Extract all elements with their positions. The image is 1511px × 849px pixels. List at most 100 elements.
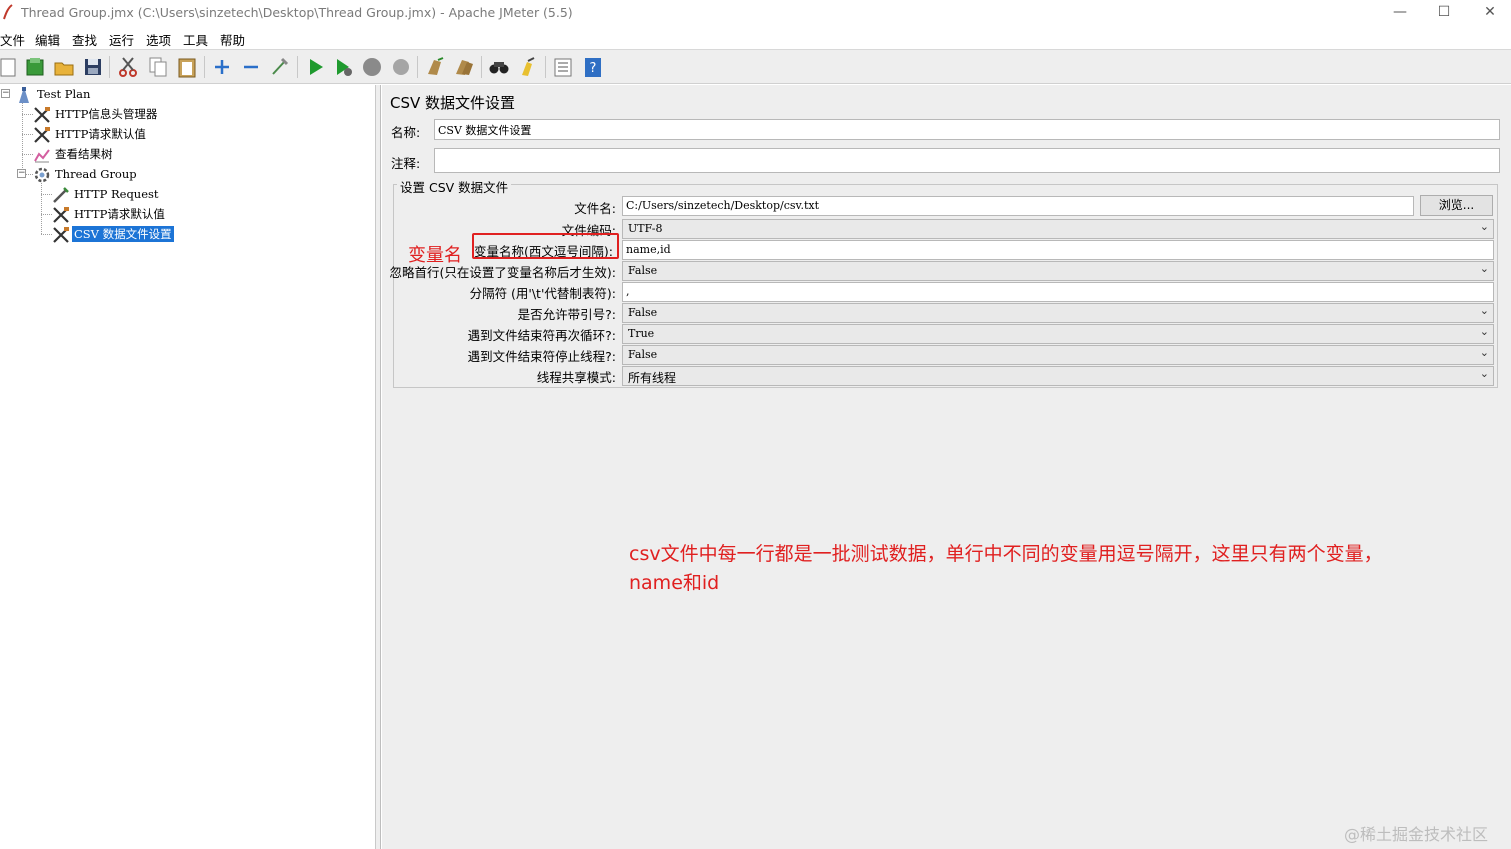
templates-icon[interactable] [25,56,45,78]
menu-edit[interactable]: 编辑 [35,30,60,49]
title-bar: Thread Group.jmx (C:\Users\sinzetech\Des… [0,0,1511,26]
config-element-icon [34,107,50,123]
new-icon[interactable] [0,56,20,78]
recycle-on-eof-value: True [628,327,655,340]
name-label: 名称: [391,125,421,140]
tree-node-label: HTTP信息头管理器 [55,107,158,121]
allow-quoted-value: False [628,306,658,319]
toolbar: ? [0,49,1511,84]
tree-connector [22,114,33,115]
toolbar-separator [417,56,418,78]
recycle-on-eof-select[interactable]: True ⌄ [622,324,1494,344]
toolbar-separator [481,56,482,78]
test-plan-icon [19,87,29,103]
chevron-down-icon: ⌄ [1479,304,1489,317]
menu-help[interactable]: 帮助 [220,30,245,49]
encoding-value: UTF-8 [628,222,663,235]
close-button[interactable]: ✕ [1470,0,1510,26]
stop-icon[interactable] [362,56,382,78]
chevron-down-icon: ⌄ [1479,262,1489,275]
tree-node-label: Thread Group [55,167,137,181]
config-element-icon [53,207,69,223]
allow-quoted-label: 是否允许带引号?: [517,307,616,322]
tree-node-label: 查看结果树 [55,147,113,161]
toolbar-separator [204,56,205,78]
minimize-button[interactable]: — [1380,0,1420,26]
chevron-down-icon: ⌄ [1479,220,1489,233]
sampler-icon [53,187,69,203]
browse-button[interactable]: 浏览... [1420,195,1493,216]
config-element-icon [53,227,69,243]
window-title: Thread Group.jmx (C:\Users\sinzetech\Des… [21,5,573,20]
allow-quoted-select[interactable]: False ⌄ [622,303,1494,323]
search-icon[interactable] [489,56,509,78]
ignore-first-line-select[interactable]: False ⌄ [622,261,1494,281]
collapse-icon[interactable] [241,56,261,78]
paste-icon[interactable] [177,56,197,78]
clear-all-icon[interactable] [454,56,474,78]
stop-thread-on-eof-value: False [628,348,658,361]
collapse-toggle-thread-group[interactable]: − [17,169,26,178]
menu-run[interactable]: 运行 [109,30,134,49]
tree-node-label: HTTP请求默认值 [74,207,165,221]
recycle-on-eof-label: 遇到文件结束符再次循环?: [467,328,616,343]
encoding-select[interactable]: UTF-8 ⌄ [622,219,1494,239]
delimiter-label: 分隔符 (用'\t'代替制表符): [469,286,616,301]
expand-icon[interactable] [212,56,232,78]
menu-bar: 文件 编辑 查找 运行 选项 工具 帮助 [0,27,1511,49]
help-icon[interactable]: ? [583,56,603,78]
start-no-pauses-icon[interactable] [334,56,354,78]
group-title: 设置 CSV 数据文件 [397,177,512,196]
stop-thread-on-eof-label: 遇到文件结束符停止线程?: [467,349,616,364]
ignore-first-line-value: False [628,264,658,277]
annotation-highlight-box [472,233,619,259]
name-field[interactable]: CSV 数据文件设置 [434,119,1500,140]
toolbar-separator [109,56,110,78]
annotation-note-line-1: csv文件中每一行都是一批测试数据，单行中不同的变量用逗号隔开，这里只有两个变量… [629,543,1383,565]
start-icon[interactable] [306,56,326,78]
menu-search[interactable]: 查找 [72,30,97,49]
menu-options[interactable]: 选项 [146,30,171,49]
reset-search-icon[interactable] [518,56,538,78]
tree-node-label: HTTP Request [74,187,159,201]
shutdown-icon[interactable] [391,56,411,78]
sharing-mode-select[interactable]: 所有线程 ⌄ [622,366,1494,386]
listener-icon [34,149,50,163]
tree-connector [22,102,23,174]
maximize-button[interactable]: ☐ [1424,0,1464,26]
csv-config-panel: CSV 数据文件设置 名称: CSV 数据文件设置 注释: 设置 CSV 数据文… [382,85,1511,849]
copy-icon[interactable] [148,56,168,78]
variable-names-field[interactable]: name,id [622,240,1494,260]
filename-field[interactable]: C:/Users/sinzetech/Desktop/csv.txt [622,196,1414,216]
menu-file[interactable]: 文件 [0,30,25,49]
test-plan-tree: − Test Plan HTTP信息头管理器 HTTP请求默认值 查看结果树 −… [0,85,376,849]
sharing-mode-value: 所有线程 [628,371,677,385]
open-icon[interactable] [54,56,74,78]
toolbar-separator [545,56,546,78]
sharing-mode-label: 线程共享模式: [536,370,616,385]
svg-text:?: ? [590,61,597,76]
tree-node-label: CSV 数据文件设置 [72,226,174,242]
config-element-icon [34,127,50,143]
toolbar-separator [297,56,298,78]
chevron-down-icon: ⌄ [1479,346,1489,359]
toggle-icon[interactable] [270,56,290,78]
panel-title: CSV 数据文件设置 [390,94,516,112]
stop-thread-on-eof-select[interactable]: False ⌄ [622,345,1494,365]
tree-connector [22,134,33,135]
chevron-down-icon: ⌄ [1479,325,1489,338]
function-helper-icon[interactable] [553,56,573,78]
jmeter-feather-icon [3,4,13,20]
tree-node-label: Test Plan [37,87,91,101]
annotation-note-line-2: name和id [629,572,720,594]
clear-icon[interactable] [425,56,445,78]
collapse-toggle-test-plan[interactable]: − [1,89,10,98]
comment-field[interactable] [434,148,1500,173]
save-icon[interactable] [83,56,103,78]
filename-label: 文件名: [574,201,616,216]
menu-tools[interactable]: 工具 [183,30,208,49]
cut-icon[interactable] [118,56,138,78]
tree-node-label: HTTP请求默认值 [55,127,146,141]
delimiter-field[interactable]: , [622,282,1494,302]
split-pane-divider[interactable] [376,85,381,849]
